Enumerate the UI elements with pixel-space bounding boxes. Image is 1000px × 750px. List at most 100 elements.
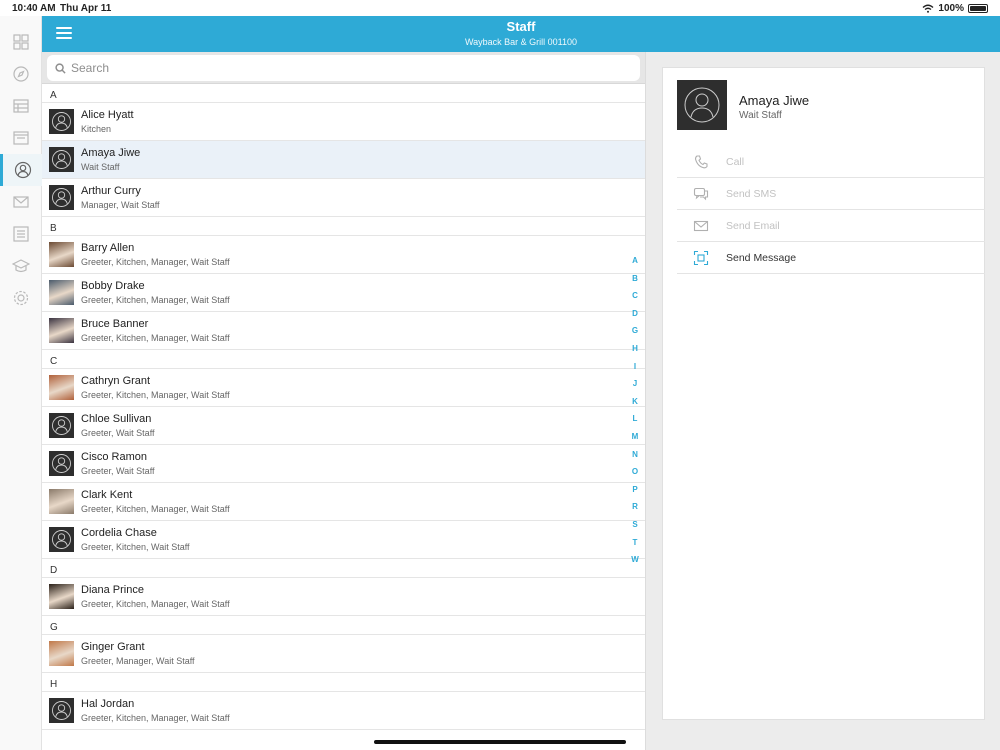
staff-row[interactable]: Chloe Sullivan Greeter, Wait Staff (42, 407, 645, 445)
rail-item-checklist[interactable] (0, 218, 42, 250)
avatar (49, 584, 74, 609)
index-letter[interactable]: L (628, 414, 642, 432)
rail-item-compass[interactable] (0, 58, 42, 90)
search-placeholder: Search (71, 61, 110, 75)
staff-row[interactable]: Cordelia Chase Greeter, Kitchen, Wait Sta… (42, 521, 645, 559)
detail-pane: Amaya Jiwe Wait Staff Call Send SMS Send E… (645, 52, 1000, 750)
index-letter[interactable]: C (628, 291, 642, 309)
send-email-button[interactable]: Send Email (677, 210, 985, 242)
staff-name: Ginger Grant (81, 641, 145, 653)
staff-row[interactable]: Cathryn Grant Greeter, Kitchen, Manager, … (42, 369, 645, 407)
person-icon (52, 112, 71, 131)
staff-roles: Greeter, Wait Staff (81, 428, 155, 438)
avatar (49, 489, 74, 514)
status-bar: 10:40 AM Thu Apr 11 100% (0, 0, 1000, 16)
message-icon (693, 250, 709, 265)
mail-icon (693, 220, 709, 231)
search-icon (55, 62, 66, 74)
staff-name: Chloe Sullivan (81, 413, 152, 425)
status-battery: 100% (922, 3, 988, 14)
staff-row[interactable]: Cisco Ramon Greeter, Wait Staff (42, 445, 645, 483)
calendar-icon (13, 131, 29, 145)
person-icon (52, 416, 71, 435)
status-date: Thu Apr 11 (60, 3, 112, 14)
index-letter[interactable]: I (628, 362, 642, 380)
staff-row[interactable]: Ginger Grant Greeter, Manager, Wait Staff (42, 635, 645, 673)
index-letter[interactable]: M (628, 432, 642, 450)
staff-row[interactable]: Alice Hyatt Kitchen (42, 103, 645, 141)
rail-item-settings[interactable] (0, 282, 42, 314)
mail-icon (13, 196, 29, 208)
staff-list: A Alice Hyatt Kitchen Amaya Jiwe Wait Staff A… (42, 84, 645, 730)
staff-roles: Manager, Wait Staff (81, 200, 160, 210)
staff-roles: Greeter, Kitchen, Manager, Wait Staff (81, 257, 230, 267)
index-letter[interactable]: G (628, 326, 642, 344)
index-letter[interactable]: J (628, 379, 642, 397)
avatar (49, 147, 74, 172)
index-letter[interactable]: W (628, 555, 642, 573)
person-icon (52, 150, 71, 169)
staff-row[interactable]: Bruce Banner Greeter, Kitchen, Manager, W… (42, 312, 645, 350)
send-message-button[interactable]: Send Message (677, 242, 985, 274)
action-label: Send Message (726, 251, 797, 264)
section-header: B (42, 217, 645, 236)
staff-name: Bruce Banner (81, 318, 149, 330)
staff-row[interactable]: Amaya Jiwe Wait Staff (42, 141, 645, 179)
battery-percent: 100% (938, 3, 964, 14)
index-letter[interactable]: D (628, 309, 642, 327)
rail-item-mail[interactable] (0, 186, 42, 218)
chat-icon (693, 187, 709, 200)
index-letter[interactable]: B (628, 274, 642, 292)
index-letter[interactable]: H (628, 344, 642, 362)
rail-item-staff[interactable] (0, 154, 42, 186)
staff-name: Barry Allen (81, 242, 135, 254)
side-rail (0, 16, 42, 750)
person-icon (52, 188, 71, 207)
person-icon (684, 87, 720, 123)
staff-name: Alice Hyatt (81, 109, 134, 121)
battery-icon (968, 4, 988, 13)
staff-roles: Greeter, Wait Staff (81, 466, 155, 476)
section-header: D (42, 559, 645, 578)
index-letter[interactable]: T (628, 538, 642, 556)
training-icon (12, 259, 30, 273)
staff-name: Clark Kent (81, 489, 133, 501)
search-bar: Search (42, 52, 645, 84)
dashboard-icon (13, 34, 29, 50)
staff-roles: Greeter, Kitchen, Manager, Wait Staff (81, 390, 230, 400)
staff-roles: Greeter, Kitchen, Manager, Wait Staff (81, 599, 230, 609)
index-letter[interactable]: P (628, 485, 642, 503)
location-subtitle: Wayback Bar & Grill 001100 (464, 37, 578, 47)
index-letter[interactable]: A (628, 256, 642, 274)
send-sms-button[interactable]: Send SMS (677, 178, 985, 210)
person-icon (52, 530, 71, 549)
staff-row[interactable]: Diana Prince Greeter, Kitchen, Manager, W… (42, 578, 645, 616)
avatar (49, 413, 74, 438)
staff-row[interactable]: Hal Jordan Greeter, Kitchen, Manager, Wai… (42, 692, 645, 730)
rail-item-table[interactable] (0, 90, 42, 122)
avatar (49, 318, 74, 343)
staff-name: Arthur Curry (81, 185, 141, 197)
status-time: 10:40 AM (12, 3, 56, 14)
staff-row[interactable]: Clark Kent Greeter, Kitchen, Manager, Wai… (42, 483, 645, 521)
staff-row[interactable]: Arthur Curry Manager, Wait Staff (42, 179, 645, 217)
index-letter[interactable]: S (628, 520, 642, 538)
staff-icon (14, 161, 31, 179)
action-label: Call (726, 155, 745, 168)
rail-item-training[interactable] (0, 250, 42, 282)
index-letter[interactable]: K (628, 397, 642, 415)
staff-roles: Greeter, Kitchen, Manager, Wait Staff (81, 504, 230, 514)
section-header: G (42, 616, 645, 635)
avatar (49, 698, 74, 723)
rail-item-dashboard[interactable] (0, 26, 42, 58)
search-input[interactable]: Search (47, 55, 640, 81)
rail-item-calendar[interactable] (0, 122, 42, 154)
index-letter[interactable]: O (628, 467, 642, 485)
staff-name: Cisco Ramon (81, 451, 148, 463)
section-header: H (42, 673, 645, 692)
index-letter[interactable]: N (628, 450, 642, 468)
staff-row[interactable]: Bobby Drake Greeter, Kitchen, Manager, Wa… (42, 274, 645, 312)
staff-row[interactable]: Barry Allen Greeter, Kitchen, Manager, Wa… (42, 236, 645, 274)
index-letter[interactable]: R (628, 502, 642, 520)
call-button[interactable]: Call (677, 146, 985, 178)
